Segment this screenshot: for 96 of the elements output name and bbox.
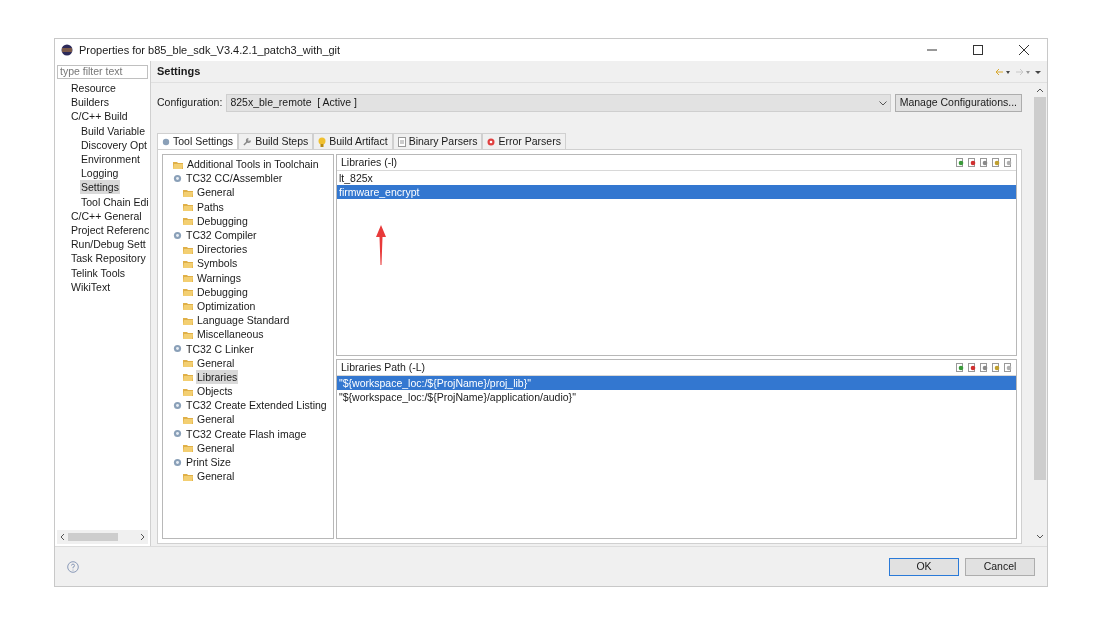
tree-item[interactable]: Paths — [196, 199, 225, 214]
tree-item[interactable]: General — [196, 185, 236, 200]
folder-icon — [183, 315, 193, 325]
folder-icon — [183, 329, 193, 339]
tree-item[interactable]: General — [196, 469, 236, 484]
pointer-arrow — [376, 225, 386, 265]
document-icon — [397, 136, 406, 147]
tree-item[interactable]: Libraries — [196, 369, 239, 384]
configuration-label: Configuration: — [157, 95, 223, 111]
chevron-left-icon[interactable] — [60, 533, 65, 541]
sidebar-item[interactable]: C/C++ General — [70, 208, 143, 223]
tree-item[interactable]: TC32 Create Extended Listing — [185, 398, 328, 413]
list-item[interactable]: lt_825x — [337, 171, 1016, 185]
tree-item[interactable]: Objects — [196, 384, 234, 399]
folder-icon — [183, 244, 193, 254]
tree-item[interactable]: Directories — [196, 242, 249, 257]
toolbar-icon[interactable] — [992, 363, 1000, 372]
folder-icon — [183, 471, 193, 481]
tree-item[interactable]: Optimization — [196, 298, 257, 313]
folder-icon — [183, 358, 193, 368]
tree-item[interactable]: Symbols — [196, 256, 239, 271]
sidebar-item[interactable]: Task Repository — [70, 251, 147, 266]
list-item[interactable]: firmware_encrypt — [337, 185, 1016, 199]
tree-item[interactable]: TC32 Compiler — [185, 228, 258, 243]
bulb-icon — [318, 136, 327, 147]
folder-icon — [183, 414, 193, 424]
tab[interactable]: Binary Parsers — [392, 133, 483, 149]
sidebar-item[interactable]: Project Referenc — [70, 222, 150, 237]
folder-icon — [183, 372, 193, 382]
tab[interactable]: Tool Settings — [157, 133, 239, 149]
tree-item[interactable]: General — [196, 355, 236, 370]
list-item[interactable]: "${workspace_loc:/${ProjName}/proj_lib}" — [337, 376, 1016, 390]
toolbar-icon[interactable] — [992, 158, 1000, 167]
tree-item[interactable]: Print Size — [185, 455, 232, 470]
tree-item[interactable]: Warnings — [196, 270, 242, 285]
sidebar-item[interactable]: Discovery Opt — [80, 137, 148, 152]
cancel-button[interactable]: Cancel — [965, 557, 1035, 576]
sidebar-item[interactable]: Tool Chain Edi — [80, 194, 150, 209]
toolbar-icon[interactable] — [956, 158, 964, 167]
tree-item[interactable]: General — [196, 412, 236, 427]
app-icon — [61, 44, 73, 56]
toolbar-icon[interactable] — [980, 158, 988, 167]
back-icon[interactable] — [995, 67, 1011, 76]
chevron-right-icon[interactable] — [140, 533, 145, 541]
chevron-down-icon — [878, 100, 887, 106]
toolbar-icon[interactable] — [968, 363, 976, 372]
sidebar-item[interactable]: Run/Debug Sett — [70, 237, 147, 252]
sidebar-item[interactable]: C/C++ Build — [70, 109, 129, 124]
folder-icon — [183, 187, 193, 197]
error-icon — [487, 137, 496, 146]
tree-item[interactable]: General — [196, 440, 236, 455]
help-icon[interactable] — [67, 560, 79, 573]
sidebar-item[interactable]: Builders — [70, 95, 110, 110]
configuration-dropdown[interactable]: 825x_ble_remote [ Active ] — [226, 94, 891, 112]
tree-item[interactable]: Debugging — [196, 213, 249, 228]
toolbar-icon[interactable] — [980, 363, 988, 372]
folder-icon — [183, 258, 193, 268]
sidebar-item[interactable]: WikiText — [70, 279, 112, 294]
tab[interactable]: Build Steps — [238, 133, 314, 149]
horizontal-scrollbar[interactable] — [57, 530, 148, 544]
window-title: Properties for b85_ble_sdk_V3.4.2.1_patch3_with_git — [79, 42, 341, 58]
toolbar-icon[interactable] — [1004, 158, 1012, 167]
ok-button[interactable]: OK — [889, 557, 959, 576]
tab[interactable]: Build Artifact — [313, 133, 393, 149]
sidebar-item[interactable]: Settings — [80, 180, 120, 195]
tab[interactable]: Error Parsers — [482, 133, 566, 149]
manage-configurations-button[interactable]: Manage Configurations... — [894, 94, 1022, 112]
tree-item[interactable]: TC32 C Linker — [185, 341, 255, 356]
tree-item[interactable]: Miscellaneous — [196, 327, 265, 342]
folder-icon — [183, 301, 193, 311]
wrench-icon — [243, 137, 253, 146]
folder-icon — [183, 202, 193, 212]
folder-icon — [183, 216, 193, 226]
list-title: Libraries (-l) — [341, 154, 397, 170]
toolbar-icon[interactable] — [956, 363, 964, 372]
sidebar-item[interactable]: Environment — [80, 152, 141, 167]
tree-item[interactable]: Additional Tools in Toolchain — [186, 157, 320, 172]
toolbar-icon[interactable] — [1004, 363, 1012, 372]
tree-item[interactable]: Language Standard — [196, 313, 291, 328]
sidebar-item[interactable]: Build Variable — [80, 123, 146, 138]
sidebar-item[interactable]: Resource — [70, 81, 117, 96]
folder-icon — [183, 386, 193, 396]
tree-item[interactable]: Debugging — [196, 284, 249, 299]
sidebar-item[interactable]: Telink Tools — [70, 265, 127, 280]
list-item[interactable]: "${workspace_loc:/${ProjName}/application/audio}" — [337, 390, 1016, 404]
folder-icon — [183, 443, 193, 453]
tree-item[interactable]: TC32 Create Flash image — [185, 426, 308, 441]
folder-icon — [183, 273, 193, 283]
tree-item[interactable]: TC32 CC/Assembler — [185, 171, 284, 186]
list-title: Libraries Path (-L) — [341, 359, 426, 375]
toolbar-icon[interactable] — [968, 158, 976, 167]
sidebar-item[interactable]: Logging — [80, 166, 120, 181]
folder-icon — [173, 159, 183, 169]
folder-icon — [183, 287, 193, 297]
page-title: Settings — [157, 64, 201, 80]
filter-field[interactable]: type filter text — [57, 65, 148, 79]
